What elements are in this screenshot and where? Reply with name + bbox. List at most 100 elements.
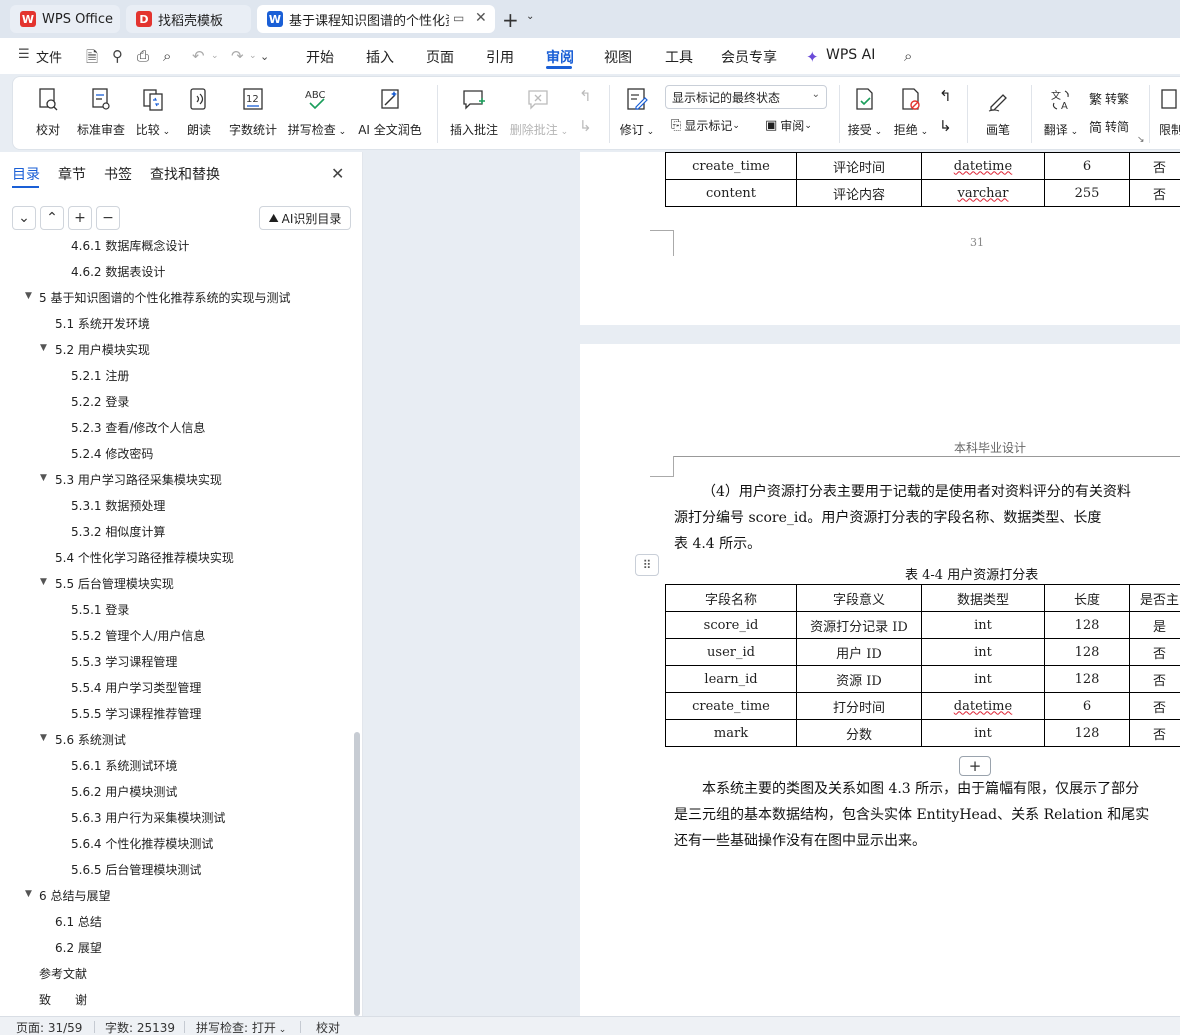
translate-button[interactable]: 文A 翻译 ⌄ [1041, 85, 1081, 138]
tab-sections[interactable]: 章节 [58, 164, 86, 184]
previous-change-icon[interactable]: ↰ [939, 87, 952, 105]
toc-item[interactable]: 5.5.2 管理个人/用户信息 [71, 627, 205, 644]
tab-find-replace[interactable]: 查找和替换 [150, 164, 220, 184]
insert-comment-button[interactable]: 插入批注 [449, 85, 499, 138]
collapse-button[interactable]: ⌄ [12, 206, 36, 230]
expand-toggle-icon[interactable]: ▼ [40, 733, 47, 743]
proofread-status[interactable]: 校对 [316, 1019, 340, 1035]
ai-polish-button[interactable]: AI 全文润色 [357, 85, 423, 138]
tab-document[interactable]: W 基于课程知识图谱的个性化资 ▭ ✕ [257, 5, 495, 33]
show-markup-button[interactable]: ⎘ 显示标记 ⌄ [671, 117, 740, 134]
table-drag-handle[interactable]: ⠿ [635, 554, 659, 576]
toc-item[interactable]: 5.3.2 相似度计算 [71, 523, 165, 540]
toc-item[interactable]: 4.6.2 数据表设计 [71, 263, 165, 280]
toc-item[interactable]: 5.1 系统开发环境 [55, 315, 150, 332]
next-comment-icon[interactable]: ↳ [579, 117, 592, 135]
menu-wps-ai[interactable]: WPS AI [826, 47, 875, 63]
toc-item[interactable]: 4.6.1 数据库概念设计 [71, 240, 189, 254]
toc-item[interactable]: 5.5.4 用户学习类型管理 [71, 679, 201, 696]
ai-recognize-toc-button[interactable]: ⛰ AI识别目录 [259, 206, 351, 230]
toc-item[interactable]: 5.3 用户学习路径采集模块实现 [55, 471, 222, 488]
menu-insert[interactable]: 插入 [366, 47, 394, 67]
next-change-icon[interactable]: ↳ [939, 117, 952, 135]
menu-membership[interactable]: 会员专享 [721, 47, 777, 67]
review-pane-button[interactable]: ▣ 审阅 ⌄ [765, 117, 812, 134]
to-simplified-button[interactable]: 简转简 [1089, 117, 1129, 136]
expand-up-button[interactable]: ⌃ [40, 206, 64, 230]
menu-tools[interactable]: 工具 [665, 47, 693, 67]
compare-button[interactable]: 比较 ⌄ [135, 85, 171, 138]
reject-button[interactable]: 拒绝 ⌄ [893, 85, 929, 138]
expand-toggle-icon[interactable]: ▼ [40, 343, 47, 353]
menu-file[interactable]: 文件 [36, 47, 62, 66]
toc-item[interactable]: 5.6.5 后台管理模块测试 [71, 861, 201, 878]
tab-docer-templates[interactable]: D 找稻壳模板 [126, 5, 251, 33]
toc-item[interactable]: 5.2.1 注册 [71, 367, 129, 384]
menu-references[interactable]: 引用 [486, 47, 514, 67]
hamburger-icon[interactable]: ☰ [18, 47, 30, 62]
toc-item[interactable]: 参考文献 [39, 965, 87, 982]
toc-item[interactable]: 5 基于知识图谱的个性化推荐系统的实现与测试 [39, 289, 290, 306]
save-icon[interactable]: 🗎 [86, 47, 98, 72]
toc-item[interactable]: 5.6.3 用户行为采集模块测试 [71, 809, 225, 826]
redo-dropdown-icon[interactable]: ⌄ [249, 51, 257, 61]
proofread-button[interactable]: 校对 [33, 85, 63, 138]
expand-toggle-icon[interactable]: ▼ [25, 291, 32, 301]
toc-item[interactable]: 5.2 用户模块实现 [55, 341, 150, 358]
tab-bookmarks[interactable]: 书签 [104, 164, 132, 184]
menu-view[interactable]: 视图 [604, 47, 632, 67]
toc-item[interactable]: 5.6.4 个性化推荐模块测试 [71, 835, 213, 852]
toc-item[interactable]: 5.5.3 学习课程管理 [71, 653, 177, 670]
undo-dropdown-icon[interactable]: ⌄ [211, 51, 219, 61]
menu-layout[interactable]: 页面 [426, 47, 454, 67]
word-count-indicator[interactable]: 字数: 25139 [105, 1019, 175, 1035]
tab-toc[interactable]: 目录 [12, 164, 40, 184]
print-preview-icon[interactable]: ⌕ [163, 47, 171, 65]
search-icon[interactable]: ⌕ [904, 47, 912, 65]
toc-item[interactable]: 5.6.2 用户模块测试 [71, 783, 177, 800]
track-changes-button[interactable]: 修订 ⌄ [619, 85, 655, 138]
toc-item[interactable]: 6 总结与展望 [39, 887, 110, 904]
toc-item[interactable]: 5.5 后台管理模块实现 [55, 575, 174, 592]
page-indicator[interactable]: 页面: 31/59 [16, 1019, 82, 1035]
delete-comment-button[interactable]: 删除批注 ⌄ [509, 85, 569, 138]
expand-toggle-icon[interactable]: ▼ [40, 473, 47, 483]
toc-item[interactable]: 6.1 总结 [55, 913, 102, 930]
new-tab-icon[interactable]: + [502, 8, 519, 32]
add-heading-button[interactable]: + [68, 206, 92, 230]
expand-toggle-icon[interactable]: ▼ [25, 889, 32, 899]
share-icon[interactable]: ⚲ [112, 47, 123, 65]
add-table-row-button[interactable]: + [959, 756, 991, 776]
toc-item[interactable]: 5.2.2 登录 [71, 393, 129, 410]
toc-item[interactable]: 5.2.3 查看/修改个人信息 [71, 419, 205, 436]
accept-button[interactable]: 接受 ⌄ [847, 85, 883, 138]
to-traditional-button[interactable]: 繁转繁 [1089, 89, 1129, 108]
close-icon[interactable]: ✕ [331, 164, 344, 183]
word-count-button[interactable]: 12 字数统计 [227, 85, 279, 138]
toc-item[interactable]: 5.4 个性化学习路径推荐模块实现 [55, 549, 234, 566]
toc-item[interactable]: 5.6 系统测试 [55, 731, 126, 748]
monitor-icon[interactable]: ▭ [453, 11, 464, 25]
close-icon[interactable]: ✕ [475, 10, 487, 26]
pen-button[interactable]: 画笔 [983, 85, 1013, 138]
redo-icon[interactable]: ↷ [231, 47, 244, 65]
toc-item[interactable]: 6.2 展望 [55, 939, 102, 956]
restrict-editing-button[interactable]: 限制 [1159, 85, 1180, 138]
markup-view-select[interactable]: 显示标记的最终状态 ⌄ [665, 85, 827, 109]
expand-toggle-icon[interactable]: ▼ [40, 577, 47, 587]
toc-item[interactable]: 5.5.5 学习课程推荐管理 [71, 705, 201, 722]
toc-item[interactable]: 5.6.1 系统测试环境 [71, 757, 177, 774]
more-chevron-icon[interactable]: ⌄ [260, 50, 269, 63]
toc-item[interactable]: 5.3.1 数据预处理 [71, 497, 165, 514]
standard-review-button[interactable]: 标准审查 [75, 85, 127, 138]
menu-review[interactable]: 审阅 [546, 47, 574, 67]
previous-comment-icon[interactable]: ↰ [579, 87, 592, 105]
spell-check-button[interactable]: ABC 拼写检查 ⌄ [287, 85, 347, 138]
tab-wps-office[interactable]: W WPS Office [10, 5, 120, 33]
print-icon[interactable]: ⎙ [137, 47, 149, 65]
toc-item[interactable]: 致 谢 [39, 991, 87, 1008]
toc-item[interactable]: 5.2.4 修改密码 [71, 445, 153, 462]
menu-home[interactable]: 开始 [306, 47, 334, 67]
chevron-down-icon[interactable]: ⌄ [526, 11, 534, 22]
toc-item[interactable]: 5.5.1 登录 [71, 601, 129, 618]
